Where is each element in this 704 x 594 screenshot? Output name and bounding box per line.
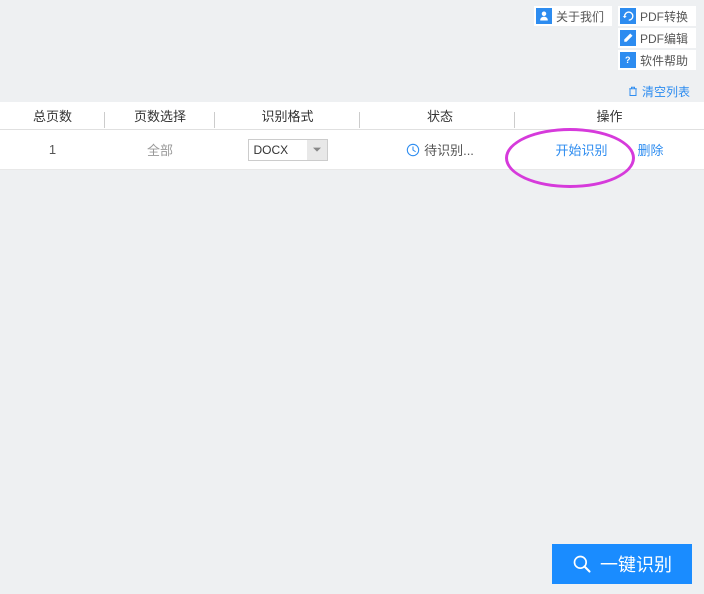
header-format: 识别格式 (215, 106, 360, 125)
clear-list-label: 清空列表 (642, 83, 690, 100)
toolbar-buttons: 关于我们 PDF转换 PDF编辑 ? 软件帮助 (534, 6, 696, 70)
magnifier-icon (572, 554, 592, 574)
pdf-edit-button[interactable]: PDF编辑 (618, 28, 696, 48)
clear-list-row: 清空列表 (627, 80, 690, 102)
header-total-pages: 总页数 (0, 106, 105, 125)
cell-status: 待识别... (360, 140, 515, 159)
question-icon: ? (620, 52, 636, 68)
table-header: 总页数 页数选择 识别格式 状态 操作 (0, 102, 704, 130)
pdf-convert-label: PDF转换 (640, 8, 688, 25)
person-icon (536, 8, 552, 24)
about-us-label: 关于我们 (556, 8, 604, 25)
format-select[interactable]: DOCX (248, 139, 328, 161)
status-text: 待识别... (424, 140, 474, 159)
one-click-recognition-button[interactable]: 一键识别 (552, 544, 692, 584)
delete-button[interactable]: 删除 (638, 140, 664, 159)
pencil-icon (620, 30, 636, 46)
cell-page-select[interactable]: 全部 (105, 140, 215, 159)
about-us-button[interactable]: 关于我们 (534, 6, 612, 26)
table-row: 1 全部 DOCX 待识别... 开始识别 删除 (0, 130, 704, 170)
one-click-label: 一键识别 (600, 551, 672, 577)
refresh-icon (620, 8, 636, 24)
cell-format: DOCX (215, 139, 360, 161)
svg-text:?: ? (625, 55, 631, 65)
clock-icon (406, 143, 420, 157)
format-value: DOCX (254, 143, 289, 157)
start-recognition-button[interactable]: 开始识别 (555, 140, 607, 159)
pdf-edit-label: PDF编辑 (640, 30, 688, 47)
header-status: 状态 (360, 106, 515, 125)
pdf-convert-button[interactable]: PDF转换 (618, 6, 696, 26)
chevron-down-icon (307, 140, 327, 160)
header-operation: 操作 (515, 106, 704, 125)
top-toolbar-area: 关于我们 PDF转换 PDF编辑 ? 软件帮助 (0, 0, 704, 80)
trash-icon (627, 85, 639, 97)
clear-list-button[interactable]: 清空列表 (627, 83, 690, 100)
software-help-button[interactable]: ? 软件帮助 (618, 50, 696, 70)
cell-operation: 开始识别 删除 (515, 140, 704, 159)
header-page-select: 页数选择 (105, 106, 215, 125)
cell-total-pages: 1 (0, 142, 105, 157)
software-help-label: 软件帮助 (640, 52, 688, 69)
list-area: 总页数 页数选择 识别格式 状态 操作 1 全部 DOCX 待识别... 开始识… (0, 80, 704, 170)
